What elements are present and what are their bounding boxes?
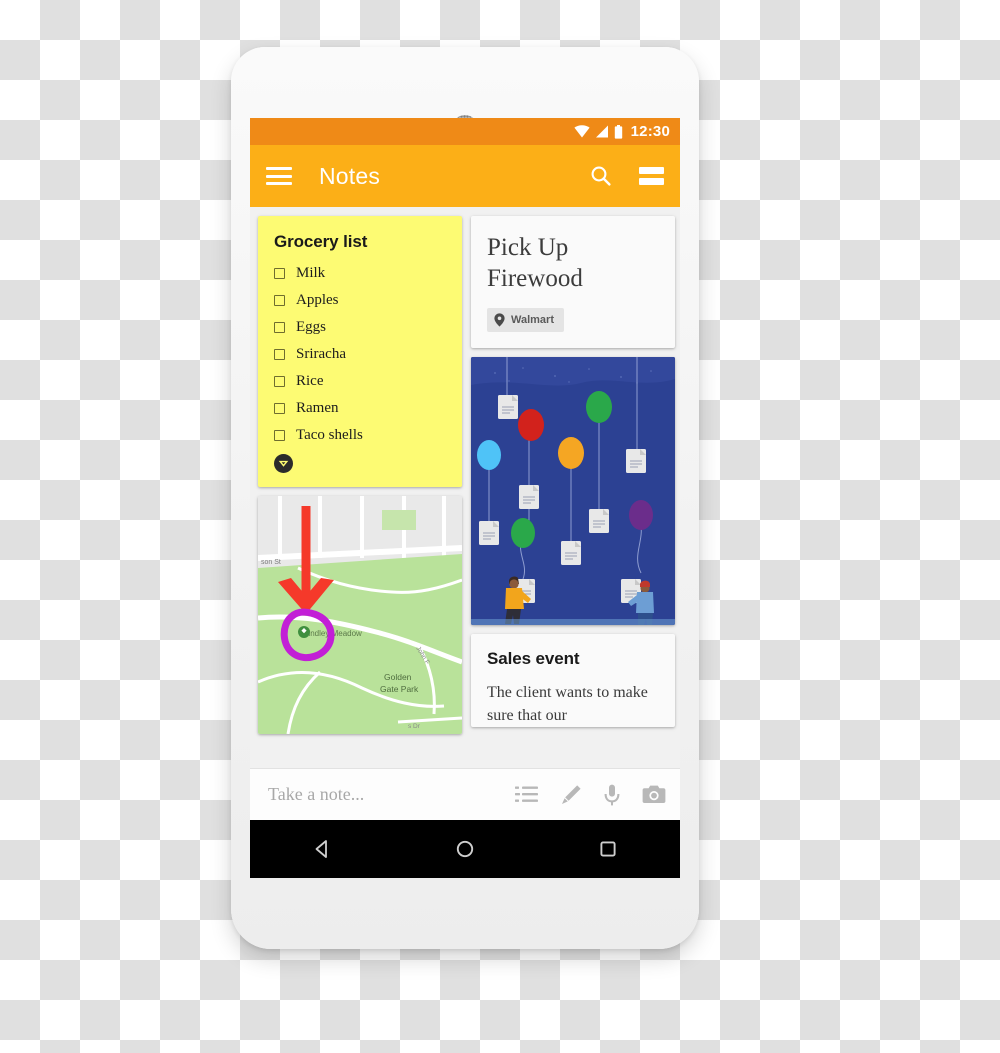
checklist-item[interactable]: Apples <box>274 292 446 309</box>
checkbox-icon[interactable] <box>274 295 285 306</box>
note-card-grocery-list[interactable]: Grocery list Milk Apples Eggs Sriracha R… <box>258 216 462 487</box>
note-card-sales-event[interactable]: Sales event The client wants to make sur… <box>471 634 675 728</box>
note-card-firewood[interactable]: Pick Up Firewood Walmart <box>471 216 675 348</box>
camera-icon[interactable] <box>642 785 666 804</box>
wifi-icon <box>574 125 590 138</box>
notes-column-left: Grocery list Milk Apples Eggs Sriracha R… <box>258 216 462 768</box>
checklist-item-label: Ramen <box>296 400 339 416</box>
note-body: The client wants to make sure that our <box>487 684 648 724</box>
phone-device-frame: 12:30 Notes Grocery list Milk Apples Egg… <box>231 47 699 949</box>
checklist-item[interactable]: Sriracha <box>274 346 446 363</box>
checklist-item[interactable]: Taco shells <box>274 427 446 444</box>
page-title: Notes <box>319 162 381 189</box>
location-chip-label: Walmart <box>511 314 554 326</box>
location-pin-icon <box>494 313 505 327</box>
note-title: Sales event <box>487 649 580 668</box>
location-chip[interactable]: Walmart <box>487 308 564 332</box>
svg-text:Gate Park: Gate Park <box>380 684 419 694</box>
battery-icon <box>614 124 622 139</box>
checklist-item-label: Eggs <box>296 319 326 335</box>
checklist-item-label: Apples <box>296 292 339 308</box>
back-triangle-icon[interactable] <box>292 839 352 859</box>
checklist-item[interactable]: Eggs <box>274 319 446 336</box>
take-a-note-actions <box>515 784 666 806</box>
checkbox-icon[interactable] <box>274 349 285 360</box>
checklist-icon[interactable] <box>515 785 538 805</box>
checkbox-icon[interactable] <box>274 322 285 333</box>
note-title: Grocery list <box>274 232 368 251</box>
checkbox-icon[interactable] <box>274 403 285 414</box>
cell-signal-icon <box>595 125 608 138</box>
status-bar: 12:30 <box>250 118 680 145</box>
note-title: Pick Up Firewood <box>487 234 583 292</box>
microphone-icon[interactable] <box>604 784 620 806</box>
checklist-item[interactable]: Ramen <box>274 400 446 417</box>
checkbox-icon[interactable] <box>274 430 285 441</box>
map-image: son St Lindley Meadow Golden Gate Park J… <box>258 496 462 734</box>
checklist-item-label: Rice <box>296 373 324 389</box>
phone-screen: 12:30 Notes Grocery list Milk Apples Egg… <box>250 118 680 878</box>
checkbox-icon[interactable] <box>274 376 285 387</box>
search-icon[interactable] <box>589 164 613 188</box>
checklist-item-label: Milk <box>296 265 326 281</box>
home-circle-icon[interactable] <box>435 839 495 859</box>
collapse-badge-icon[interactable] <box>274 454 293 473</box>
svg-text:s Dr: s Dr <box>408 723 421 730</box>
checklist-item-label: Sriracha <box>296 346 346 362</box>
recents-square-icon[interactable] <box>578 839 638 859</box>
note-card-map[interactable]: son St Lindley Meadow Golden Gate Park J… <box>258 496 462 734</box>
app-bar: Notes <box>250 145 680 207</box>
svg-text:Golden: Golden <box>384 672 412 682</box>
checklist-item[interactable]: Milk <box>274 265 446 282</box>
take-a-note-placeholder[interactable]: Take a note... <box>268 784 364 805</box>
take-a-note-bar[interactable]: Take a note... <box>250 768 680 820</box>
checklist-item[interactable]: Rice <box>274 373 446 390</box>
notes-grid: Grocery list Milk Apples Eggs Sriracha R… <box>250 207 680 768</box>
brush-icon[interactable] <box>560 784 582 806</box>
svg-text:son St: son St <box>261 559 281 566</box>
android-navigation-bar <box>250 820 680 878</box>
status-bar-clock: 12:30 <box>630 123 670 140</box>
note-card-balloons-illustration[interactable] <box>471 357 675 625</box>
app-bar-actions <box>589 164 664 188</box>
balloons-illustration <box>471 357 675 625</box>
list-view-toggle-icon[interactable] <box>639 167 664 185</box>
checkbox-icon[interactable] <box>274 268 285 279</box>
notes-column-right: Pick Up Firewood Walmart Sales event The… <box>471 216 675 768</box>
hamburger-menu-icon[interactable] <box>266 167 292 185</box>
checklist-item-label: Taco shells <box>296 427 363 443</box>
